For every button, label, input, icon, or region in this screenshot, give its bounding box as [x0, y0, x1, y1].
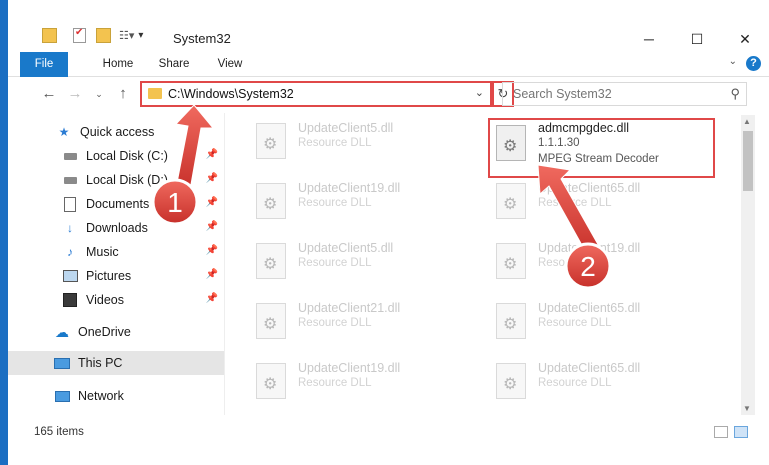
arrow-2 [537, 164, 601, 257]
arrow-1 [174, 104, 215, 191]
annotation-overlay: 1 2 [151, 104, 612, 290]
callout-2: 2 [564, 242, 612, 290]
window-border [0, 0, 8, 465]
svg-text:1: 1 [167, 187, 183, 218]
explorer-window: ✔ ☷▾ ▾ System32 ─ ☐ ✕ File Home Share Vi… [8, 0, 769, 465]
svg-text:2: 2 [580, 251, 596, 282]
callout-1: 1 [151, 178, 199, 226]
